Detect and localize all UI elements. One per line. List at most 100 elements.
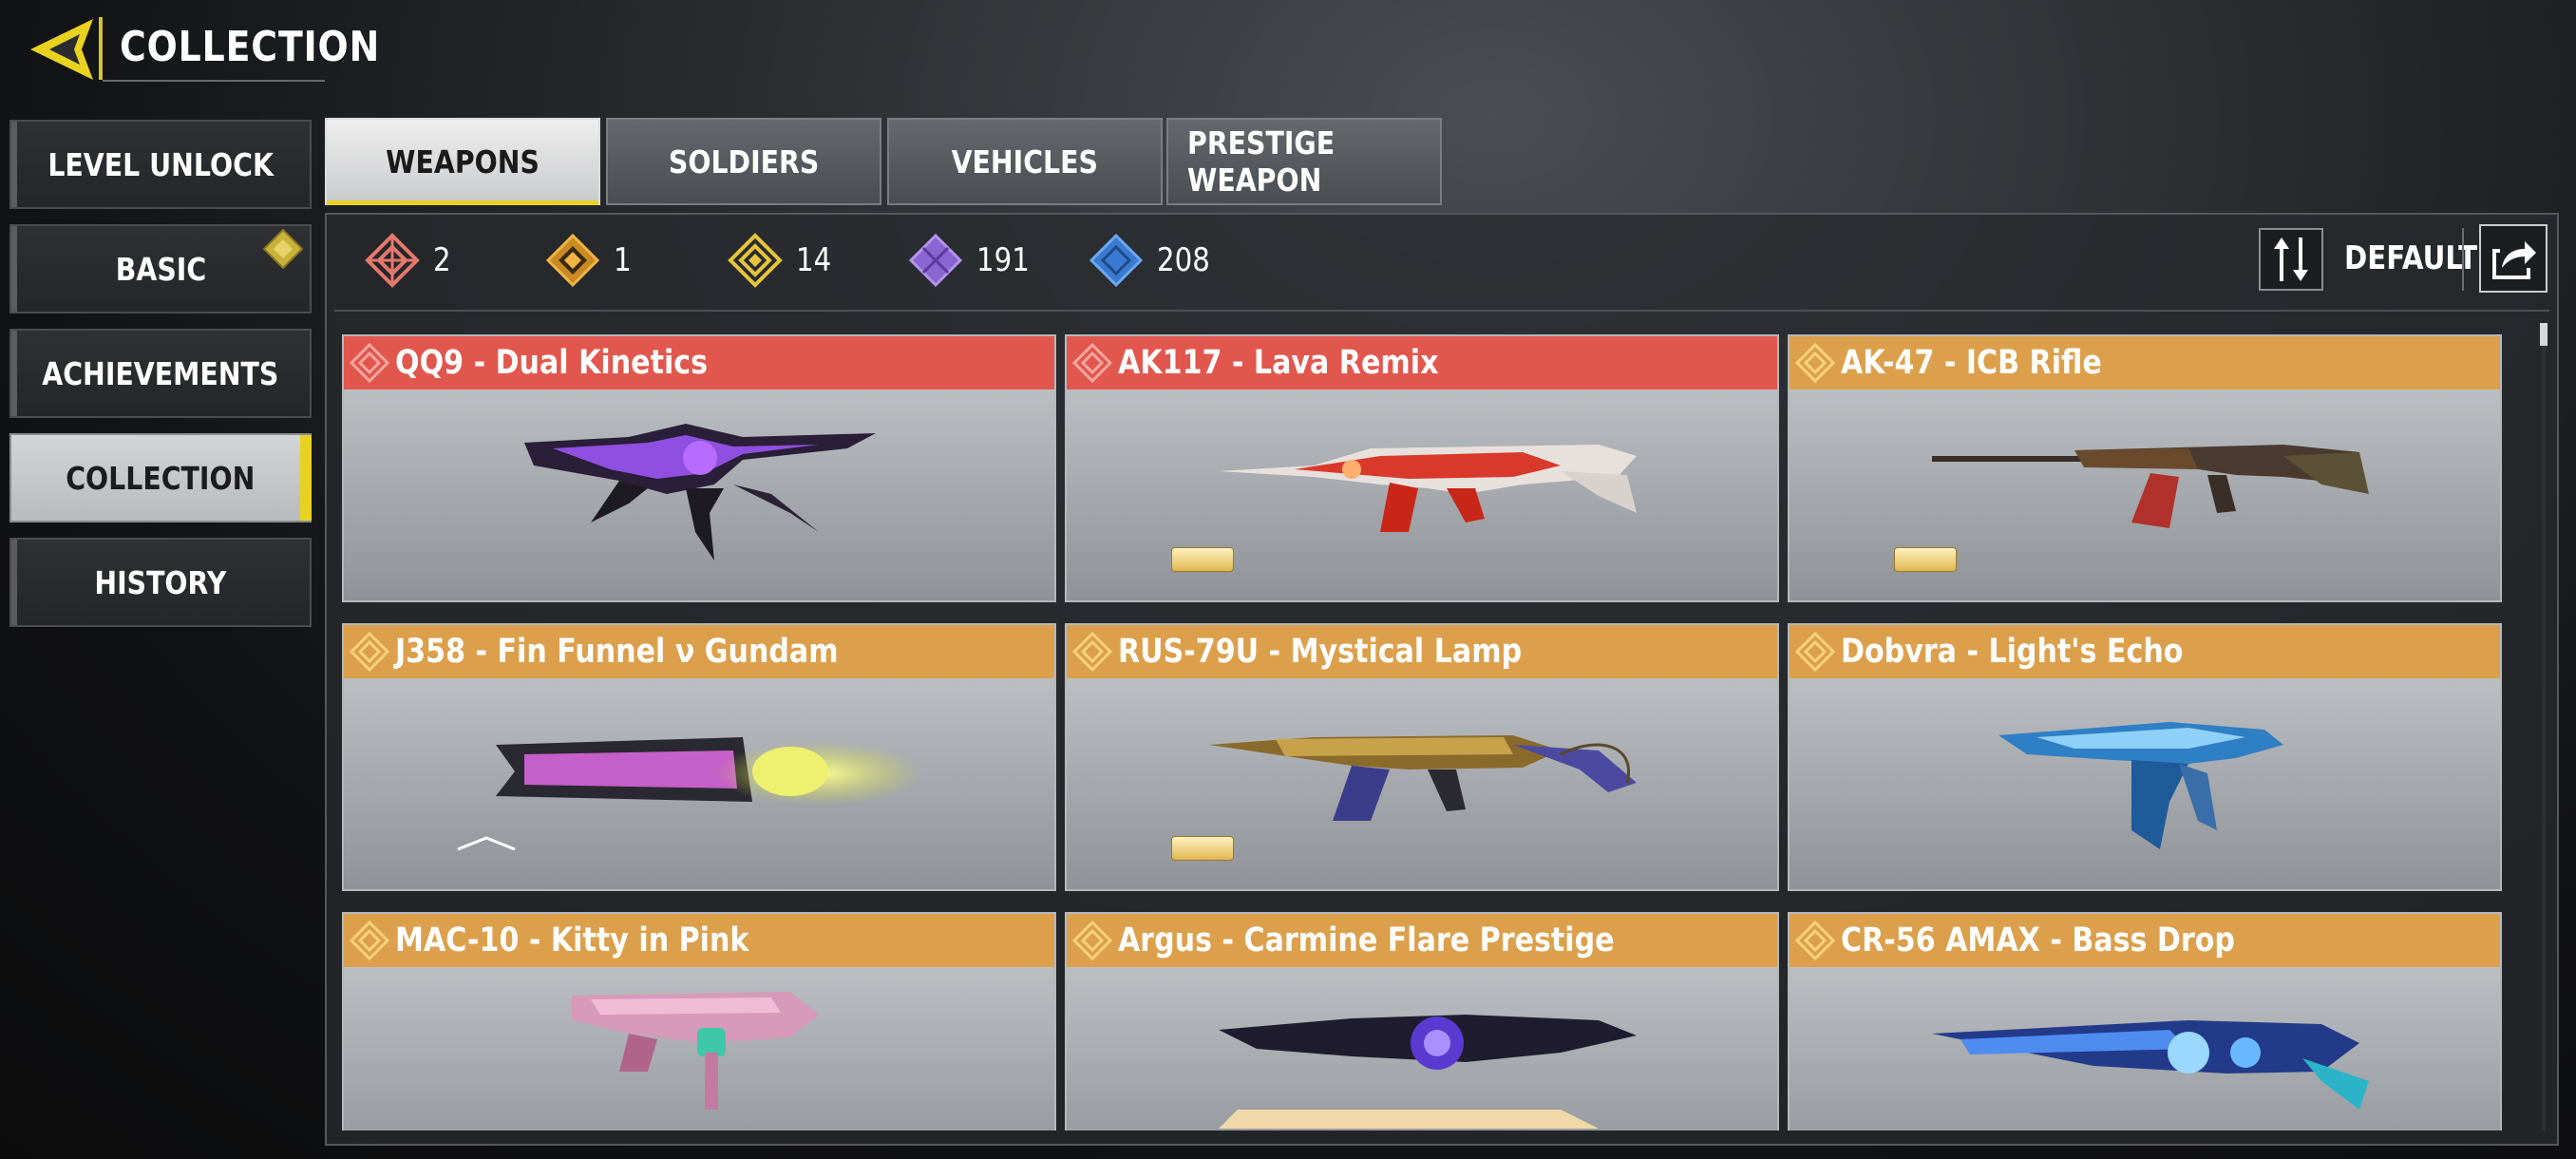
side-item-label: HISTORY [94,563,227,601]
weapon-image [1790,678,2500,889]
side-item-edge [11,122,17,207]
weapon-name: RUS-79U - Mystical Lamp [1118,633,1523,671]
weapon-image [344,967,1054,1130]
legendary-rarity-icon [350,632,389,672]
side-item-label: ACHIEVEMENTS [42,354,279,392]
weapon-image [572,992,819,1110]
sort-arrows-icon [2274,238,2308,281]
back-arrow-icon [30,19,93,80]
rarity-count: 2 [433,241,451,279]
side-item-achievements[interactable]: ACHIEVEMENTS [9,329,312,418]
card-title-bar: AK117 - Lava Remix [1067,336,1777,390]
weapon-image [1067,390,1777,600]
active-indicator [300,435,312,521]
card-title-bar: Dobvra - Light's Echo [1790,625,2500,678]
rarity-filter-rare[interactable]: 208 [1089,228,1219,293]
scrollbar-track[interactable] [2542,323,2546,1130]
side-item-edge [11,226,17,312]
weapon-card-ak47[interactable]: AK-47 - ICB Rifle [1788,334,2502,602]
legendary-rarity-icon [1795,632,1835,672]
weapon-name: Argus - Carmine Flare Prestige [1118,922,1615,960]
owned-tag [1171,836,1234,861]
weapon-name: J358 - Fin Funnel ν Gundam [395,633,839,671]
scrollbar-thumb[interactable] [2540,323,2548,346]
card-title-bar: MAC-10 - Kitty in Pink [344,914,1054,967]
rarity-count: 191 [976,241,1030,279]
legendary-rarity-icon [1072,921,1112,960]
rare-rarity-icon [1089,233,1144,288]
share-button[interactable] [2479,224,2548,293]
weapon-image [1790,390,2500,600]
mythic-rarity-icon [365,233,420,288]
side-item-edge [11,331,17,416]
weapon-card-j358[interactable]: J358 - Fin Funnel ν Gundam [342,623,1056,891]
rarity-filter-mythic[interactable]: 2 [365,228,454,293]
tab-label: WEAPONS [386,142,540,180]
weapon-image [1790,967,2500,1130]
weapon-name: AK117 - Lava Remix [1118,344,1439,382]
sort-label[interactable]: DEFAULT [2344,239,2477,277]
tab-label: SOLDIERS [668,142,820,180]
header-divider [99,17,103,80]
legendary-rarity-icon [350,921,389,960]
rarity-count: 1 [614,241,632,279]
weapon-name: CR-56 AMAX - Bass Drop [1841,922,2235,960]
side-item-level-unlock[interactable]: LEVEL UNLOCK [9,120,312,209]
weapon-image [457,737,923,851]
legendary-plus-rarity-icon [545,233,600,288]
rarity-count: 14 [796,241,832,279]
weapon-name: AK-47 - ICB Rifle [1841,344,2102,382]
weapon-image [344,678,1054,889]
legendary-rarity-icon [1795,921,1835,960]
weapon-grid: QQ9 - Dual Kinetics AK117 - Lava Remix A… [338,327,2506,1130]
weapon-image [524,424,876,560]
epic-rarity-icon [908,233,963,288]
sort-divider [2462,228,2464,291]
share-icon [2492,241,2536,279]
weapon-image [1932,1020,2369,1110]
filter-divider [334,310,2549,312]
weapon-image [1067,967,1777,1130]
owned-tag [1171,547,1234,572]
card-title-bar: QQ9 - Dual Kinetics [344,336,1054,390]
header-underline [103,80,325,82]
tab-label: PRESTIGE WEAPON [1187,124,1335,199]
weapon-image [1067,678,1777,889]
side-item-collection[interactable]: COLLECTION [9,433,312,522]
sort-order-button[interactable] [2259,228,2323,291]
side-item-label: COLLECTION [66,459,256,497]
weapon-card-argus[interactable]: Argus - Carmine Flare Prestige [1065,912,1779,1130]
rarity-filter-legendary-plus[interactable]: 1 [545,228,635,293]
legendary-rarity-icon [1795,343,1835,383]
weapon-image [344,390,1054,600]
tab-soldiers[interactable]: SOLDIERS [606,118,881,205]
tab-vehicles[interactable]: VEHICLES [887,118,1163,205]
legendary-rarity-icon [1072,632,1112,672]
tab-weapons[interactable]: WEAPONS [325,118,600,205]
weapon-card-ak117[interactable]: AK117 - Lava Remix [1065,334,1779,602]
rarity-filter-epic[interactable]: 191 [908,228,1038,293]
side-item-label: BASIC [115,250,206,288]
rarity-count: 208 [1157,241,1210,279]
weapon-card-dobvra[interactable]: Dobvra - Light's Echo [1788,623,2502,891]
tab-label: VEHICLES [951,142,1099,180]
weapon-image [1219,1015,1637,1129]
side-item-history[interactable]: HISTORY [9,538,312,627]
tab-prestige-weapon[interactable]: PRESTIGE WEAPON [1166,118,1442,205]
side-item-basic[interactable]: BASIC [9,224,312,314]
weapon-card-cr56-amax[interactable]: CR-56 AMAX - Bass Drop [1788,912,2502,1130]
weapon-image [1998,722,2283,849]
page-title: COLLECTION [120,23,381,71]
weapon-card-rus79u[interactable]: RUS-79U - Mystical Lamp [1065,623,1779,891]
weapon-card-qq9[interactable]: QQ9 - Dual Kinetics [342,334,1056,602]
rarity-filter-legendary[interactable]: 14 [728,228,837,293]
card-title-bar: Argus - Carmine Flare Prestige [1067,914,1777,967]
card-title-bar: AK-47 - ICB Rifle [1790,336,2500,390]
side-item-edge [11,540,17,625]
legendary-rarity-icon [728,233,783,288]
back-button[interactable] [27,15,99,84]
mythic-rarity-icon [350,343,389,383]
weapon-name: MAC-10 - Kitty in Pink [395,922,749,960]
card-title-bar: CR-56 AMAX - Bass Drop [1790,914,2500,967]
weapon-card-mac10[interactable]: MAC-10 - Kitty in Pink [342,912,1056,1130]
